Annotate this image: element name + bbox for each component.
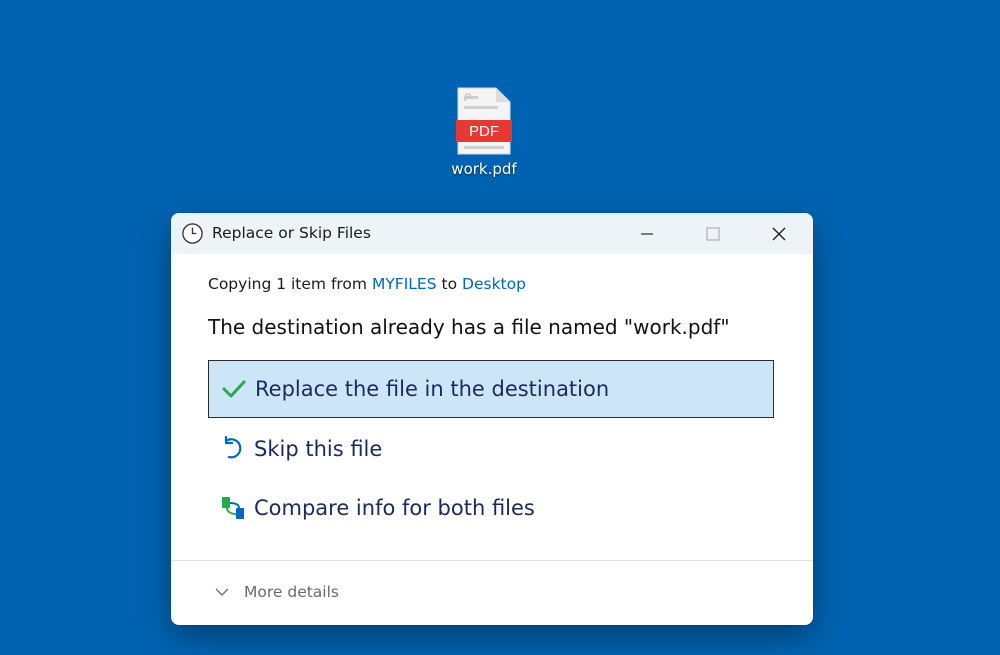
copy-prefix: Copying 1 item from	[208, 275, 368, 293]
replace-or-skip-dialog: Replace or Skip Files Copying 1 item fro…	[171, 213, 813, 625]
close-button[interactable]	[746, 213, 812, 254]
compare-option-label: Compare info for both files	[254, 496, 535, 520]
chevron-down-icon	[215, 588, 229, 596]
copy-to: to	[441, 275, 458, 293]
compare-files-option[interactable]: Compare info for both files	[208, 479, 774, 537]
dialog-title: Replace or Skip Files	[212, 224, 371, 242]
footer-divider	[171, 560, 813, 561]
conflict-message: The destination already has a file named…	[208, 315, 730, 339]
more-details-toggle[interactable]: More details	[214, 583, 339, 601]
dialog-titlebar[interactable]: Replace or Skip Files	[171, 213, 813, 254]
copy-status-line: Copying 1 item from MYFILES to Desktop	[208, 275, 526, 293]
pdf-glyph-text: P	[464, 92, 472, 104]
close-icon	[772, 227, 786, 240]
compare-icon	[222, 497, 244, 519]
source-link[interactable]: MYFILES	[372, 275, 437, 293]
minimize-button[interactable]	[614, 213, 680, 254]
pdf-file-icon: PDF P	[456, 87, 512, 155]
clock-icon	[182, 223, 203, 244]
checkmark-icon	[222, 380, 246, 398]
maximize-icon	[706, 226, 720, 241]
desktop-file-label: work.pdf	[451, 160, 517, 178]
minimize-icon	[641, 232, 653, 235]
replace-file-option[interactable]: Replace the file in the destination	[208, 360, 774, 418]
maximize-button[interactable]	[680, 213, 746, 254]
more-details-label: More details	[244, 583, 339, 601]
undo-arrow-icon	[224, 436, 242, 459]
skip-option-label: Skip this file	[254, 437, 383, 461]
skip-file-option[interactable]: Skip this file	[208, 420, 774, 478]
replace-option-label: Replace the file in the destination	[255, 377, 610, 401]
desktop-file-work-pdf[interactable]: PDF P work.pdf	[440, 86, 528, 178]
pdf-badge-text: PDF	[469, 123, 499, 140]
destination-link[interactable]: Desktop	[462, 275, 526, 293]
